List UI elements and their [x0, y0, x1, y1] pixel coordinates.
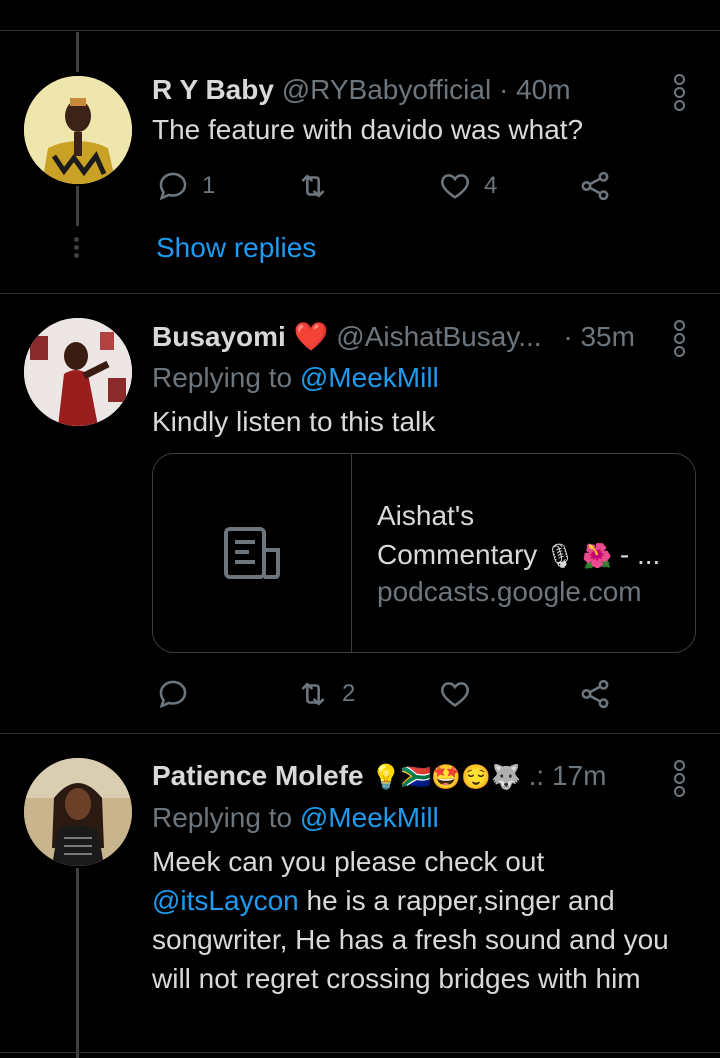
- retweet-count: 2: [342, 680, 356, 707]
- tweet-time[interactable]: · 40m: [499, 74, 571, 105]
- like-icon: [440, 174, 470, 199]
- share-icon: [581, 679, 609, 709]
- show-replies-link[interactable]: Show replies: [156, 232, 316, 264]
- author-name[interactable]: Busayomi: [152, 321, 286, 352]
- replying-to: Replying to @MeekMill: [152, 358, 692, 397]
- tweet-text: The feature with davido was what?: [152, 114, 584, 145]
- share-icon: [581, 171, 609, 201]
- card-title-emojis: 🎙 🌺: [545, 543, 613, 570]
- heart-emoji: ❤️: [293, 321, 329, 352]
- author-handle[interactable]: @AishatBusay...: [336, 321, 541, 352]
- reply-button[interactable]: [156, 676, 190, 712]
- more-icon[interactable]: [674, 760, 685, 799]
- thread-line-3: [76, 868, 79, 1058]
- name-emojis: 💡🇿🇦🤩😌🐺: [371, 764, 521, 791]
- retweet-button[interactable]: [296, 168, 330, 204]
- thread-line-1: [76, 186, 79, 226]
- replying-to: Replying to @MeekMill: [152, 798, 692, 837]
- author-name[interactable]: Patience Molefe: [152, 760, 364, 791]
- retweet-icon: [301, 174, 325, 198]
- card-title-line1: Aishat's: [377, 500, 475, 531]
- divider-2: [0, 733, 720, 734]
- author-handle-truncated[interactable]: .:: [529, 760, 545, 791]
- replying-to-link[interactable]: @MeekMill: [300, 802, 439, 833]
- reply-count: 1: [202, 172, 216, 199]
- tweet-time[interactable]: · 35m: [563, 321, 635, 352]
- like-icon: [440, 682, 470, 707]
- avatar-busayomi[interactable]: [24, 318, 132, 426]
- tweet-header: Patience Molefe 💡🇿🇦🤩😌🐺 .: 17m: [152, 760, 606, 792]
- link-card[interactable]: Aishat's Commentary 🎙 🌺 - ... podcasts.g…: [152, 453, 696, 653]
- reply-icon: [159, 172, 187, 201]
- tweet-text: Meek can you please check out @itsLaycon…: [152, 842, 692, 998]
- replying-prefix: Replying to: [152, 802, 293, 833]
- like-button[interactable]: 4: [438, 168, 497, 204]
- thread-dots[interactable]: [74, 237, 79, 261]
- thread-line-top: [76, 32, 79, 72]
- card-title: Aishat's Commentary 🎙 🌺 - ...: [377, 496, 677, 576]
- retweet-button[interactable]: 2: [296, 676, 355, 712]
- article-icon: [224, 527, 280, 579]
- divider-bottom: [0, 1052, 720, 1053]
- tweet-header: Busayomi ❤️ @AishatBusay... · 35m: [152, 320, 635, 353]
- reply-icon: [159, 680, 187, 709]
- retweet-icon: [301, 682, 325, 706]
- like-count: 4: [484, 172, 498, 199]
- divider-top: [0, 30, 720, 31]
- more-icon[interactable]: [674, 320, 685, 359]
- tweet-text: Kindly listen to this talk: [152, 406, 436, 437]
- avatar-patience[interactable]: [24, 758, 132, 866]
- tweet-text-line1: Meek can you please check out: [152, 846, 545, 877]
- card-domain: podcasts.google.com: [377, 576, 642, 607]
- replying-to-link[interactable]: @MeekMill: [300, 362, 439, 393]
- share-button[interactable]: [578, 168, 612, 204]
- tweet-time[interactable]: 17m: [552, 760, 606, 791]
- like-button[interactable]: [438, 676, 472, 712]
- more-icon[interactable]: [674, 74, 685, 113]
- reply-button[interactable]: 1: [156, 168, 215, 204]
- avatar-ry-baby[interactable]: [24, 76, 132, 184]
- share-button[interactable]: [578, 676, 612, 712]
- replying-prefix: Replying to: [152, 362, 293, 393]
- mention-link[interactable]: @itsLaycon: [152, 885, 299, 916]
- card-title-suffix: - ...: [619, 539, 661, 570]
- card-title-line2: Commentary: [377, 539, 538, 570]
- card-media: [153, 454, 352, 652]
- tweet-header: R Y Baby @RYBabyofficial · 40m: [152, 74, 571, 106]
- author-name[interactable]: R Y Baby: [152, 74, 274, 105]
- divider-1: [0, 293, 720, 294]
- author-handle[interactable]: @RYBabyofficial: [282, 74, 492, 105]
